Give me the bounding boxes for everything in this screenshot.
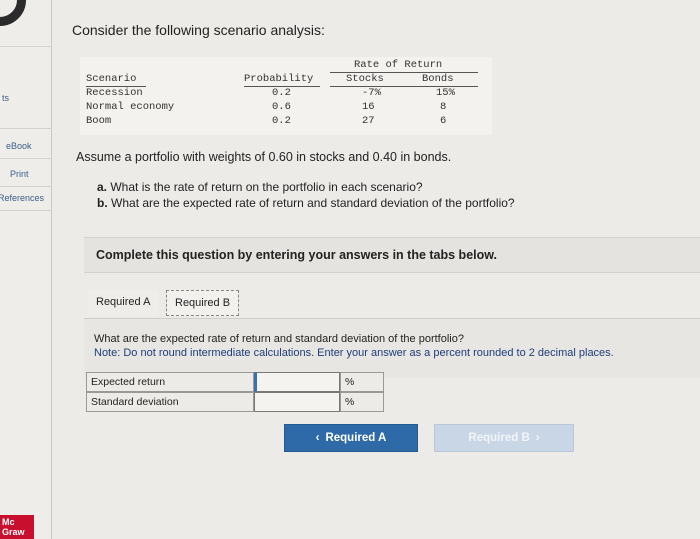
table-cell: 16	[362, 101, 375, 113]
tab-required-a[interactable]: Required A	[88, 290, 159, 316]
sidebar-divider	[0, 158, 52, 159]
publisher-logo-line1: Mc	[2, 517, 15, 527]
sidebar-item-references[interactable]: References	[0, 193, 50, 203]
percent-unit: %	[340, 392, 384, 412]
publisher-logo-line2: Graw	[2, 527, 25, 537]
main-content: Consider the following scenario analysis…	[52, 0, 700, 539]
next-button-label: Required B	[468, 432, 530, 444]
prev-button-label: Required A	[325, 432, 387, 444]
answer-label: Standard deviation	[86, 392, 254, 412]
table-header-scenario: Scenario	[86, 73, 137, 85]
chevron-left-icon: ‹	[315, 432, 320, 444]
sidebar-divider	[0, 210, 52, 211]
question-a-text: What is the rate of return on the portfo…	[110, 180, 423, 194]
question-b: b. What are the expected rate of return …	[97, 196, 515, 210]
expected-return-input[interactable]	[254, 372, 340, 392]
instruction-bar: Complete this question by entering your …	[84, 237, 700, 273]
table-cell: 0.2	[272, 115, 291, 127]
tab-required-b[interactable]: Required B	[166, 290, 240, 316]
sidebar-item-ebook[interactable]: eBook	[6, 141, 58, 151]
table-cell: 0.6	[272, 101, 291, 113]
percent-unit: %	[340, 372, 384, 392]
table-rule	[330, 86, 478, 87]
question-a: a. What is the rate of return on the por…	[97, 180, 423, 194]
next-required-b-button[interactable]: Required B ›	[434, 424, 574, 452]
answer-row-standard-deviation: Standard deviation %	[86, 392, 438, 412]
question-intro: Consider the following scenario analysis…	[72, 22, 325, 38]
panel-question: What are the expected rate of return and…	[94, 333, 464, 345]
left-sidebar: ts eBook Print References Mc Graw	[0, 0, 52, 539]
table-cell: 6	[440, 115, 447, 127]
publisher-logo: Mc Graw	[0, 515, 34, 539]
table-cell: 15%	[436, 87, 455, 99]
question-a-label: a.	[97, 180, 108, 194]
scenario-table: Rate of Return Scenario Probability Stoc…	[80, 57, 492, 135]
sidebar-item-ts[interactable]: ts	[2, 93, 54, 103]
standard-deviation-input[interactable]	[254, 392, 340, 412]
answer-row-expected-return: Expected return %	[86, 372, 438, 392]
instruction-text: Complete this question by entering your …	[96, 248, 497, 262]
table-cell: -7%	[362, 87, 381, 99]
chevron-right-icon: ›	[535, 432, 540, 444]
prev-required-a-button[interactable]: ‹ Required A	[284, 424, 418, 452]
sidebar-divider	[0, 128, 52, 129]
table-header-probability: Probability	[244, 73, 314, 85]
table-cell: 8	[440, 101, 447, 113]
panel-note: Note: Do not round intermediate calculat…	[94, 347, 614, 359]
answer-label: Expected return	[86, 372, 254, 392]
app-logo-icon	[0, 0, 26, 26]
table-cell: 27	[362, 115, 375, 127]
table-group-header: Rate of Return	[354, 59, 443, 71]
required-b-panel: What are the expected rate of return and…	[84, 318, 700, 378]
sidebar-divider	[0, 46, 52, 47]
table-cell: Recession	[86, 87, 143, 99]
portfolio-assumption: Assume a portfolio with weights of 0.60 …	[76, 150, 452, 164]
sidebar-divider	[0, 186, 52, 187]
table-cell: Normal economy	[86, 101, 175, 113]
table-cell: 0.2	[272, 87, 291, 99]
table-header-stocks: Stocks	[346, 73, 384, 85]
table-header-bonds: Bonds	[422, 73, 454, 85]
table-cell: Boom	[86, 115, 112, 127]
question-b-text: What are the expected rate of return and…	[111, 196, 515, 210]
question-b-label: b.	[97, 196, 108, 210]
